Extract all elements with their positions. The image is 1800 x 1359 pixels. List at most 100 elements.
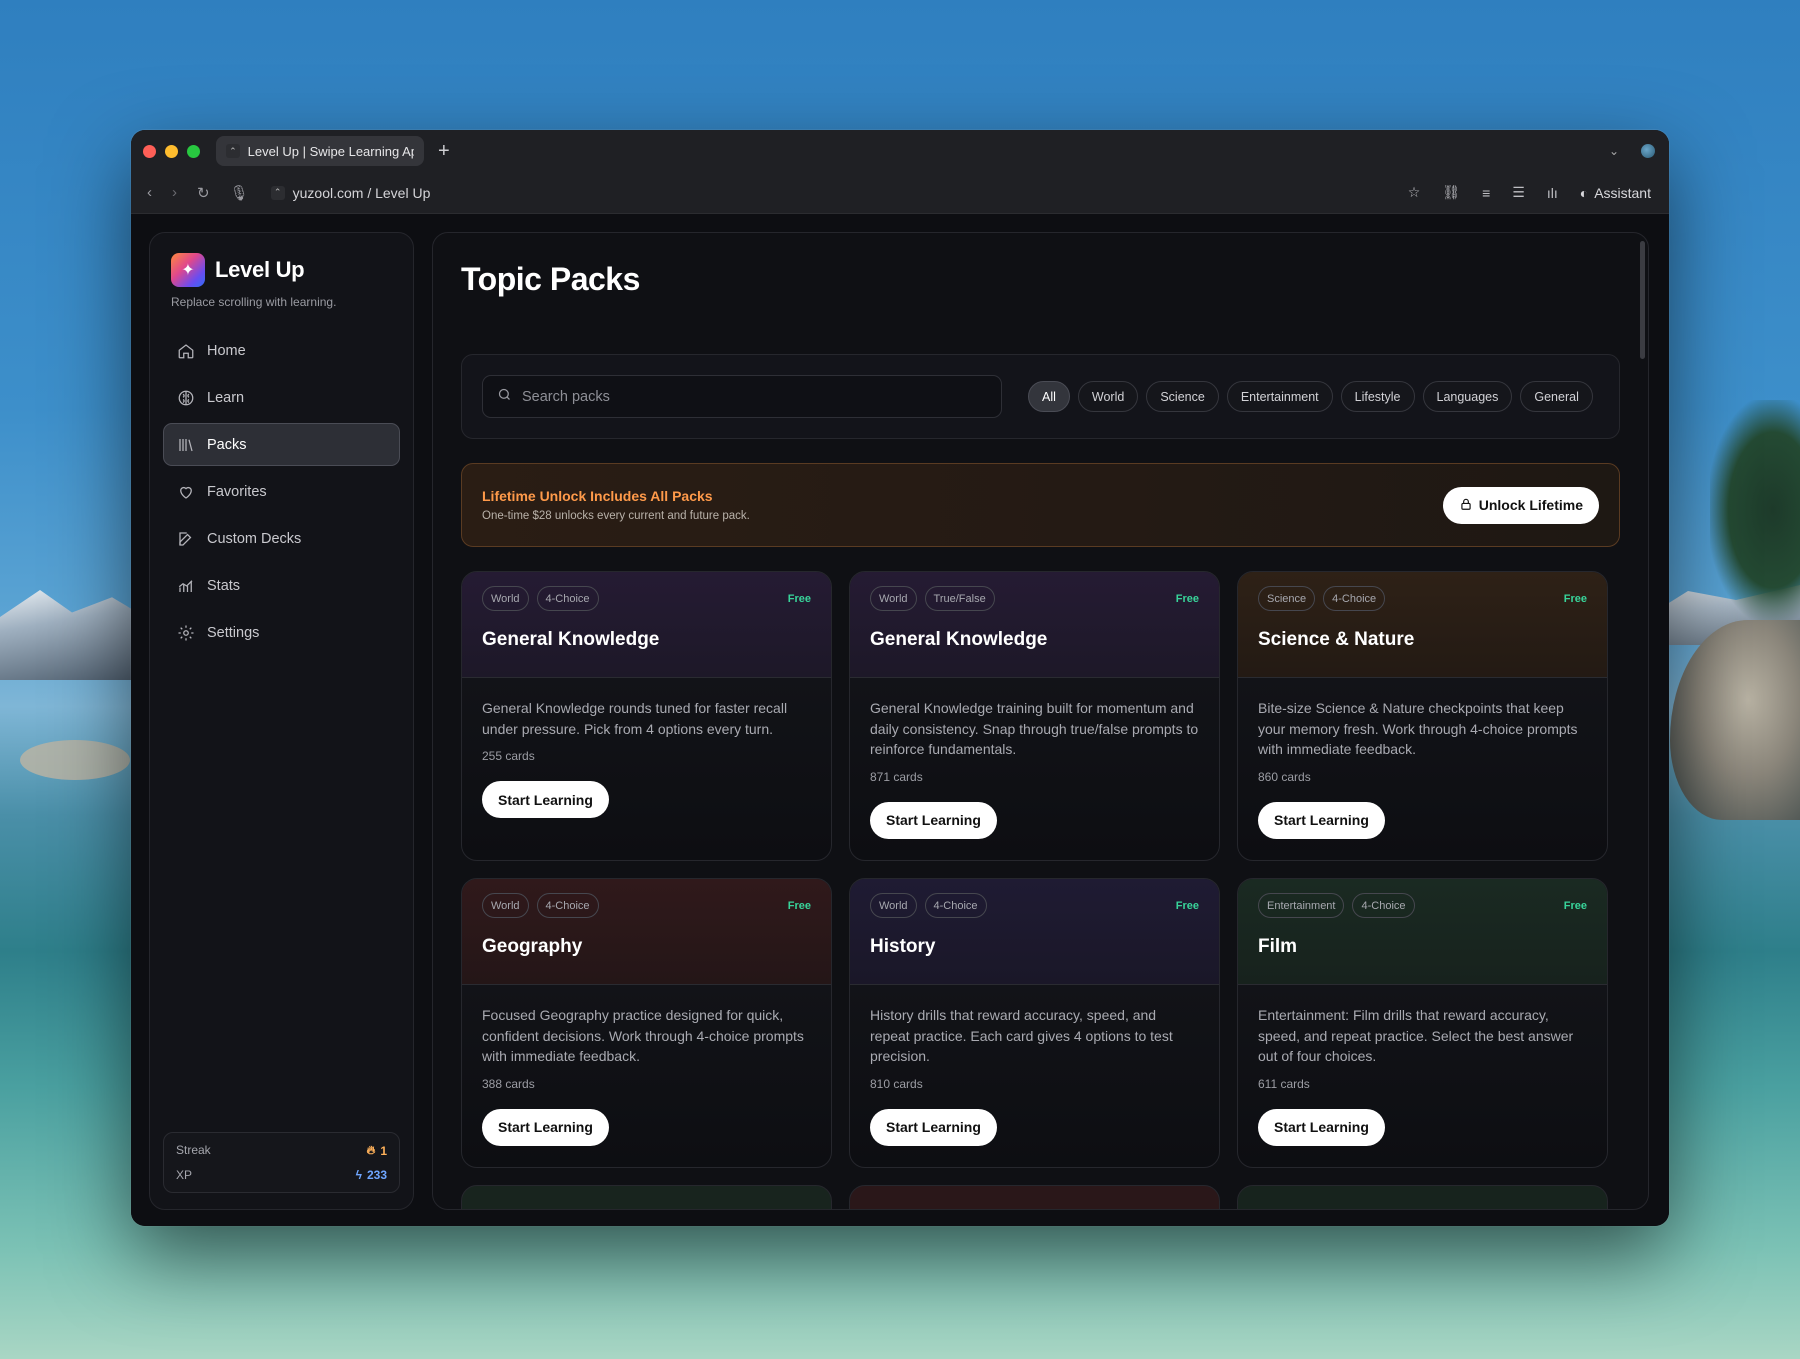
pack-card-count: 255 cards xyxy=(482,749,535,763)
pack-card-header: World 4-Choice Free History xyxy=(850,879,1219,985)
pack-title: General Knowledge xyxy=(482,629,660,650)
assistant-button[interactable]: ◐ Assistant xyxy=(1580,185,1651,201)
unlock-lifetime-label: Unlock Lifetime xyxy=(1478,497,1583,513)
xp-value: ϟ 233 xyxy=(355,1168,387,1182)
pack-card-count: 871 cards xyxy=(870,769,923,784)
search-placeholder: Search packs xyxy=(522,388,610,405)
free-badge: Free xyxy=(1563,900,1587,912)
close-window-button[interactable] xyxy=(143,144,156,158)
microphone-icon[interactable]: 🎙︎ xyxy=(230,184,249,202)
search-input[interactable]: Search packs xyxy=(482,375,1002,418)
pack-description: General Knowledge rounds tuned for faste… xyxy=(482,700,788,737)
app-logo-icon: ✦ xyxy=(171,253,205,287)
xp-label: XP xyxy=(176,1168,193,1182)
reload-icon[interactable]: ↻ xyxy=(197,184,210,202)
filter-chip-world[interactable]: World xyxy=(1077,381,1139,412)
category-filters: All World Science Entertainment Lifestyl… xyxy=(1028,381,1593,412)
filter-chip-languages[interactable]: Languages xyxy=(1422,381,1513,412)
start-learning-button[interactable]: Start Learning xyxy=(482,781,609,818)
page-title: Topic Packs xyxy=(461,261,640,297)
brand[interactable]: ✦ Level Up xyxy=(163,253,400,287)
menu-icon[interactable]: ☰ xyxy=(1512,184,1525,201)
link-icon[interactable]: ⛓︎ xyxy=(1442,184,1460,201)
filter-chip-lifestyle[interactable]: Lifestyle xyxy=(1340,381,1415,412)
free-badge: Free xyxy=(787,593,811,605)
scrollbar[interactable] xyxy=(1640,241,1645,359)
tab-title: Level Up | Swipe Learning Ap xyxy=(247,143,414,159)
edit-icon xyxy=(177,530,195,548)
pack-tag: 4-Choice xyxy=(924,893,987,918)
start-learning-button[interactable]: Start Learning xyxy=(870,801,997,839)
sidebar-item-label: Custom Decks xyxy=(207,530,302,547)
pack-card: World 4-Choice Free History History drill… xyxy=(849,878,1220,1168)
pack-tag: 4-Choice xyxy=(1352,893,1415,918)
unlock-lifetime-button[interactable]: Unlock Lifetime xyxy=(1442,486,1599,524)
pack-description: General Knowledge training built for mom… xyxy=(870,700,1199,757)
pack-card-count: 611 cards xyxy=(1258,1076,1310,1091)
tab-list-chevron-icon[interactable]: ⌄ xyxy=(1609,144,1619,158)
sidebar-nav: Home Learn Packs Favorites Custom Decks xyxy=(163,329,400,654)
home-icon xyxy=(177,342,195,360)
chart-icon xyxy=(177,577,195,595)
brain-icon xyxy=(177,389,195,407)
free-badge: Free xyxy=(1175,593,1199,605)
pack-tag: World xyxy=(482,586,529,611)
sidebar-item-settings[interactable]: Settings xyxy=(163,611,400,654)
profile-avatar[interactable] xyxy=(1641,144,1655,158)
start-learning-button[interactable]: Start Learning xyxy=(1258,801,1385,839)
browser-tab[interactable]: ⌃ Level Up | Swipe Learning Ap xyxy=(216,136,424,166)
sidebar-item-stats[interactable]: Stats xyxy=(163,564,400,607)
audio-icon[interactable]: ılı xyxy=(1547,185,1558,201)
back-icon[interactable]: ‹ xyxy=(147,184,152,201)
sidebar-item-home[interactable]: Home xyxy=(163,329,400,372)
pack-tag: World xyxy=(870,893,917,918)
flame-icon: 🔥︎ xyxy=(366,1143,376,1157)
lifetime-promo-banner: Lifetime Unlock Includes All Packs One-t… xyxy=(461,463,1620,547)
streak-row: Streak 🔥︎ 1 xyxy=(176,1143,387,1158)
filter-chip-entertainment[interactable]: Entertainment xyxy=(1226,381,1333,412)
filter-chip-all[interactable]: All xyxy=(1028,381,1070,412)
sidebar-item-label: Learn xyxy=(207,389,245,406)
forward-icon[interactable]: › xyxy=(172,184,177,201)
xp-row: XP ϟ 233 xyxy=(176,1168,387,1182)
start-learning-button[interactable]: Start Learning xyxy=(1258,1108,1385,1146)
pack-title: Science & Nature xyxy=(1258,629,1415,650)
sidebar-item-learn[interactable]: Learn xyxy=(163,376,400,419)
filter-panel: Search packs All World Science Entertain… xyxy=(461,354,1620,439)
sidebar-item-label: Stats xyxy=(207,577,241,594)
pack-card: World True/False Free General Knowledge G… xyxy=(849,571,1220,861)
new-tab-button[interactable]: + xyxy=(438,140,450,163)
filter-chip-general[interactable]: General xyxy=(1520,381,1593,412)
pack-tag: 4-Choice xyxy=(536,893,599,918)
pack-card-count: 810 cards xyxy=(870,1076,923,1091)
pack-card-partial xyxy=(1237,1185,1608,1209)
pack-card: World 4-Choice Free General Knowledge Gen… xyxy=(461,571,832,861)
sidebar-item-custom-decks[interactable]: Custom Decks xyxy=(163,517,400,560)
streak-label: Streak xyxy=(176,1143,211,1157)
sidebar-item-packs[interactable]: Packs xyxy=(163,423,400,466)
streak-value: 🔥︎ 1 xyxy=(366,1143,388,1158)
pack-description: Bite-size Science & Nature checkpoints t… xyxy=(1258,700,1578,757)
library-icon xyxy=(177,436,195,454)
assistant-icon: ◐ xyxy=(1579,184,1589,201)
start-learning-button[interactable]: Start Learning xyxy=(482,1108,609,1146)
sidebar-item-favorites[interactable]: Favorites xyxy=(163,470,400,513)
pack-title: Film xyxy=(1258,936,1298,957)
zoom-window-button[interactable] xyxy=(187,144,200,158)
assistant-label: Assistant xyxy=(1594,184,1651,201)
background-rock xyxy=(20,740,130,780)
browser-window: ⌃ Level Up | Swipe Learning Ap + ⌄ ‹ › ↻… xyxy=(131,130,1669,1226)
pack-title: Geography xyxy=(482,936,583,957)
pack-card-count: 388 cards xyxy=(482,1076,535,1091)
bookmark-star-icon[interactable]: ☆ xyxy=(1408,184,1421,201)
pack-tag: 4-Choice xyxy=(1323,586,1386,611)
reading-list-icon[interactable]: ≡ xyxy=(1482,185,1490,201)
start-learning-button[interactable]: Start Learning xyxy=(870,1108,997,1146)
window-controls xyxy=(143,144,200,158)
url-field[interactable]: ⌃ yuzool.com / Level Up xyxy=(270,185,430,201)
sidebar-item-label: Favorites xyxy=(207,483,267,500)
main-content: Topic Packs Search packs All World Scien… xyxy=(432,232,1649,1210)
brand-tagline: Replace scrolling with learning. xyxy=(171,295,337,309)
filter-chip-science[interactable]: Science xyxy=(1146,381,1219,412)
minimize-window-button[interactable] xyxy=(165,144,178,158)
